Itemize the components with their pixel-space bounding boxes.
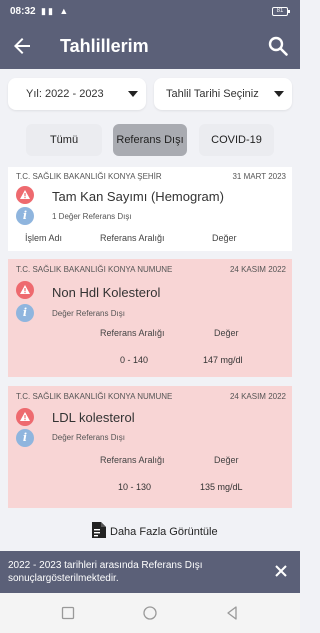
test-name: Tam Kan Sayımı (Hemogram) [52,189,224,204]
result-date: 24 KASIM 2022 [229,265,286,274]
battery-icon: 81 [272,7,290,16]
result-value: 135 mg/dL [200,482,243,492]
recents-icon[interactable] [60,605,76,621]
chip-covid-19[interactable]: COVID-19 [199,124,274,156]
chip-out-of-reference[interactable]: Referans Dışı [113,124,187,156]
out-of-range-note: Değer Referans Dışı [52,309,125,318]
column-header-value: Değer [214,455,239,465]
result-card[interactable]: T.C. SAĞLIK BAKANLIĞI KONYA ŞEHİR 31 MAR… [8,167,292,251]
result-card[interactable]: T.C. SAĞLIK BAKANLIĞI KONYA NUMUNE 24 KA… [8,259,292,377]
back-nav-icon[interactable] [224,605,240,621]
warning-icon [16,281,34,299]
info-icon[interactable]: i [16,429,34,447]
note-add-icon [92,522,106,538]
page-title: Tahlillerim [60,36,149,56]
info-icon[interactable]: i [16,207,34,225]
test-name: Non Hdl Kolesterol [52,285,161,300]
institution-name: T.C. SAĞLIK BAKANLIĞI KONYA NUMUNE [16,392,173,401]
year-dropdown[interactable]: Yıl: 2022 - 2023 [8,78,146,110]
caret-down-icon [274,91,284,97]
info-icon[interactable]: i [16,304,34,322]
year-dropdown-label: Yıl: 2022 - 2023 [26,88,104,100]
result-date: 24 KASIM 2022 [229,392,286,401]
status-bar: 08:32 ▮▮ ▲ 81 [0,0,300,24]
search-icon[interactable] [266,34,290,58]
test-date-dropdown[interactable]: Tahlil Tarihi Seçiniz [154,78,292,110]
result-date: 31 MART 2023 [232,172,286,181]
column-header-test-name: İşlem Adı [25,233,63,243]
column-header-reference-range: Referans Aralığı [100,328,165,338]
test-name: LDL kolesterol [52,410,135,425]
app-bar: Tahlillerim [0,24,300,69]
caret-down-icon [128,91,138,97]
close-icon[interactable] [274,564,288,578]
chip-all[interactable]: Tümü [26,124,102,156]
column-header-value: Değer [212,233,237,243]
home-icon[interactable] [142,605,158,621]
result-card[interactable]: T.C. SAĞLIK BAKANLIĞI KONYA NUMUNE 24 KA… [8,386,292,508]
out-of-range-note: Değer Referans Dışı [52,433,125,442]
column-header-reference-range: Referans Aralığı [100,233,165,243]
institution-name: T.C. SAĞLIK BAKANLIĞI KONYA ŞEHİR [16,172,162,181]
reference-range-value: 0 - 140 [120,355,149,365]
snackbar: 2022 - 2023 tarihleri arasında Referans … [0,551,300,593]
signal-wifi-icon: ▮▮ ▲ [41,6,71,16]
column-header-reference-range: Referans Aralığı [100,455,165,465]
arrow-back-icon[interactable] [10,34,34,58]
warning-icon [16,408,34,426]
show-more-label: Daha Fazla Görüntüle [110,526,218,538]
institution-name: T.C. SAĞLIK BAKANLIĞI KONYA NUMUNE [16,265,173,274]
reference-range-value: 10 - 130 [118,482,152,492]
column-header-value: Değer [214,328,239,338]
warning-icon [16,186,34,204]
result-value: 147 mg/dl [203,355,243,365]
test-date-dropdown-label: Tahlil Tarihi Seçiniz [166,88,259,100]
out-of-range-note: 1 Değer Referans Dışı [52,212,132,221]
system-navigation-bar [0,593,300,633]
status-time: 08:32 [10,6,36,17]
snackbar-message: 2022 - 2023 tarihleri arasında Referans … [8,560,203,584]
